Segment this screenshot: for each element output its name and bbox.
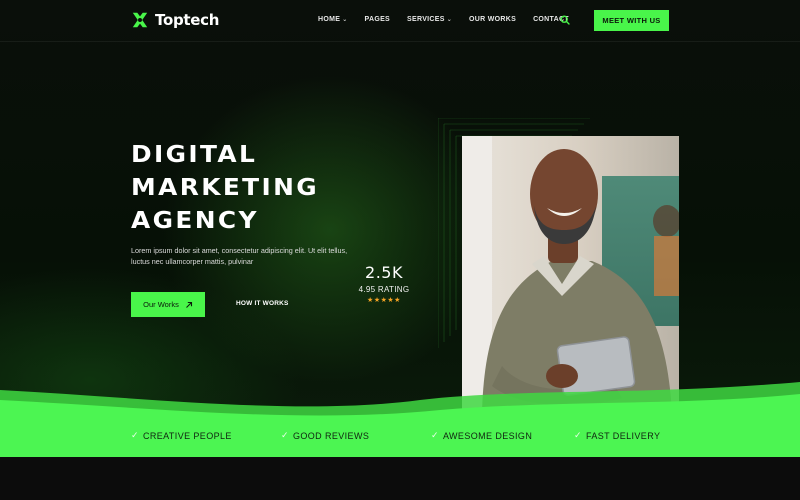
nav-label: HOME bbox=[318, 16, 341, 23]
chevron-down-icon: ⌄ bbox=[446, 17, 453, 23]
brand-name: Toptech bbox=[155, 11, 220, 29]
nav-item-our-works[interactable]: OUR WORKS bbox=[469, 16, 516, 23]
feature-creative-people: ✓ CREATIVE PEOPLE bbox=[131, 430, 232, 441]
hero-title-line: AGENCY bbox=[131, 208, 259, 234]
check-icon: ✓ bbox=[131, 430, 139, 440]
feature-fast-delivery: ✓ FAST DELIVERY bbox=[574, 430, 660, 441]
rating-block: 2.5K 4.95 RATING ★★★★★ bbox=[352, 263, 416, 304]
nav-item-home[interactable]: HOME ⌄ bbox=[318, 16, 348, 23]
meet-with-us-button[interactable]: MEET WITH US bbox=[594, 10, 669, 31]
main-nav: HOME ⌄ PAGES SERVICES ⌄ OUR WORKS CONTAC… bbox=[318, 16, 586, 23]
features-bar: ✓ CREATIVE PEOPLE ✓ GOOD REVIEWS ✓ AWESO… bbox=[0, 416, 800, 457]
x-cross-logo-icon bbox=[132, 12, 148, 28]
nav-item-pages[interactable]: PAGES bbox=[365, 16, 391, 23]
hero-title-line: DIGITAL bbox=[131, 142, 258, 168]
rating-count: 2.5K bbox=[365, 263, 403, 282]
page: Toptech HOME ⌄ PAGES SERVICES ⌄ OUR WORK… bbox=[0, 0, 800, 500]
our-works-button[interactable]: Our Works bbox=[131, 292, 205, 317]
hero-title: DIGITAL MARKETING AGENCY bbox=[131, 139, 391, 238]
nav-label: SERVICES bbox=[407, 16, 445, 23]
hero-description: Lorem ipsum dolor sit amet, consectetur … bbox=[131, 246, 348, 266]
man-with-tablet-illustration bbox=[462, 136, 679, 413]
star-icon: ★ bbox=[373, 297, 381, 304]
feature-label: CREATIVE PEOPLE bbox=[142, 430, 232, 441]
star-icon: ★ bbox=[394, 297, 401, 304]
nav-item-services[interactable]: SERVICES ⌄ bbox=[407, 16, 452, 23]
site-header: Toptech HOME ⌄ PAGES SERVICES ⌄ OUR WORK… bbox=[0, 0, 800, 42]
feature-good-reviews: ✓ GOOD REVIEWS bbox=[281, 430, 369, 441]
feature-label: AWESOME DESIGN bbox=[442, 430, 533, 441]
check-icon: ✓ bbox=[431, 430, 439, 440]
feature-label: GOOD REVIEWS bbox=[292, 430, 370, 441]
chevron-down-icon: ⌄ bbox=[342, 17, 348, 23]
next-section bbox=[0, 457, 800, 500]
rating-stars: ★★★★★ bbox=[352, 296, 416, 304]
rating-label: 4.95 RATING bbox=[358, 285, 410, 294]
check-icon: ✓ bbox=[281, 430, 289, 440]
search-icon[interactable] bbox=[560, 15, 570, 25]
nav-label: PAGES bbox=[364, 16, 391, 23]
how-it-works-link[interactable]: HOW IT WORKS bbox=[236, 300, 289, 307]
hero-title-line: MARKETING bbox=[131, 175, 320, 201]
feature-label: FAST DELIVERY bbox=[585, 430, 661, 441]
arrow-up-right-icon bbox=[185, 301, 192, 308]
hero-photo bbox=[462, 136, 679, 413]
feature-awesome-design: ✓ AWESOME DESIGN bbox=[431, 430, 532, 441]
check-icon: ✓ bbox=[574, 430, 582, 440]
star-icon: ★ bbox=[367, 297, 374, 304]
our-works-label: Our Works bbox=[143, 300, 179, 309]
nav-label: OUR WORKS bbox=[469, 16, 517, 23]
brand-logo[interactable]: Toptech bbox=[131, 11, 219, 29]
